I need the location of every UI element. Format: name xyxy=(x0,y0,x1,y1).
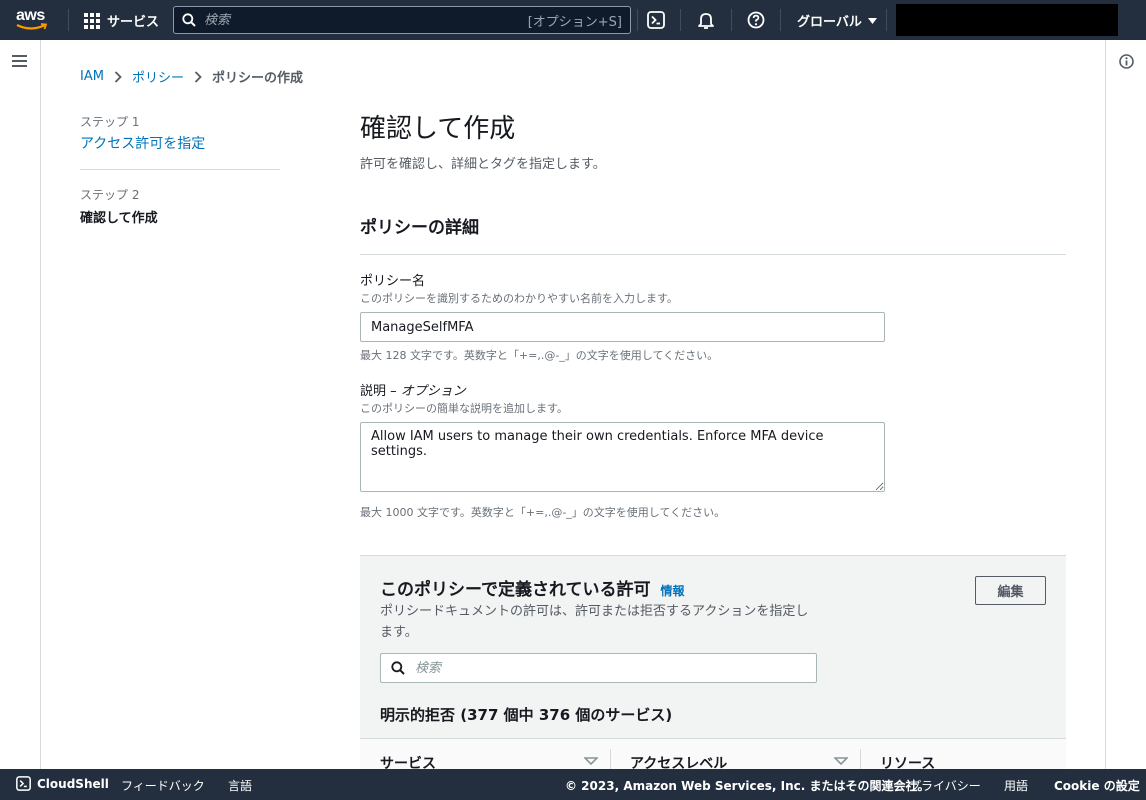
explicit-deny-heading: 明示的拒否 (377 個中 376 個のサービス) xyxy=(380,706,673,724)
nav-divider xyxy=(886,9,887,31)
wizard-steps: ステップ 1 アクセス許可を指定 ステップ 2 確認して作成 xyxy=(80,113,280,226)
cookie-settings-link[interactable]: Cookie の設定 xyxy=(1054,777,1140,794)
search-shortcut-hint: [オプション+S] xyxy=(527,14,622,30)
nav-divider xyxy=(680,9,681,31)
nav-divider xyxy=(731,9,732,31)
bell-icon[interactable] xyxy=(697,11,715,29)
permissions-search-input[interactable] xyxy=(415,660,806,676)
search-icon xyxy=(182,13,196,27)
permissions-search[interactable] xyxy=(380,653,817,683)
step2-label: ステップ 2 xyxy=(80,188,140,202)
policy-description-textarea[interactable]: Allow IAM users to manage their own cred… xyxy=(360,422,885,492)
footer: CloudShell フィードバック 言語 © 2023, Amazon Web… xyxy=(0,769,1146,800)
services-menu-button[interactable]: サービス xyxy=(84,11,159,30)
permissions-title: このポリシーで定義されている許可 xyxy=(380,580,651,600)
column-header-access-level[interactable]: アクセスレベル xyxy=(610,739,860,772)
column-header-resource[interactable]: リソース xyxy=(860,739,1066,772)
nav-divider xyxy=(637,9,638,31)
page-description: 許可を確認し、詳細とタグを指定します。 xyxy=(360,157,606,172)
nav-divider xyxy=(780,9,781,31)
permissions-panel: このポリシーで定義されている許可 情報 ポリシードキュメントの許可は、許可または… xyxy=(360,555,1066,772)
permissions-info-link[interactable]: 情報 xyxy=(660,582,684,599)
caret-down-icon xyxy=(867,17,877,24)
policy-name-input[interactable] xyxy=(360,312,885,342)
edit-button[interactable]: 編集 xyxy=(975,576,1046,605)
chevron-right-icon xyxy=(194,70,202,83)
search-icon xyxy=(391,661,405,675)
permissions-table-header: サービス アクセスレベル リソース xyxy=(360,738,1066,772)
column-header-service[interactable]: サービス xyxy=(360,739,610,772)
help-icon[interactable] xyxy=(747,11,765,29)
region-selector[interactable]: グローバル xyxy=(797,11,877,30)
global-search[interactable]: [オプション+S] xyxy=(173,6,631,34)
right-rail xyxy=(1105,40,1146,769)
cloudshell-button[interactable]: CloudShell xyxy=(16,776,109,791)
policy-details-heading: ポリシーの詳細 xyxy=(360,218,479,238)
policy-name-label: ポリシー名 xyxy=(360,274,426,289)
top-navigation: aws サービス [オプション+S] グローバル xyxy=(0,0,1146,40)
step1-label: ステップ 1 xyxy=(80,115,140,129)
section-divider xyxy=(360,254,1066,255)
sort-caret-icon xyxy=(834,757,848,765)
cloudshell-icon xyxy=(16,776,31,791)
page-title: 確認して作成 xyxy=(360,114,516,144)
privacy-link[interactable]: プライバシー xyxy=(909,777,981,794)
left-rail xyxy=(0,40,41,769)
cloudshell-icon[interactable] xyxy=(647,11,665,29)
grid-icon xyxy=(84,12,100,29)
chevron-right-icon xyxy=(114,70,122,83)
menu-icon[interactable] xyxy=(12,55,27,70)
step2-current: 確認して作成 xyxy=(80,211,158,226)
aws-smile-icon xyxy=(16,23,48,30)
account-menu-button[interactable] xyxy=(896,4,1118,36)
global-search-input[interactable] xyxy=(204,12,528,28)
permissions-heading: このポリシーで定義されている許可 情報 xyxy=(380,575,685,600)
terms-link[interactable]: 用語 xyxy=(1004,777,1028,794)
policy-description-help: このポリシーの簡単な説明を追加します。 xyxy=(360,402,568,415)
breadcrumb-policies-link[interactable]: ポリシー xyxy=(132,67,184,86)
breadcrumb-iam-link[interactable]: IAM xyxy=(80,69,104,84)
policy-description-field: 説明 – オプション このポリシーの簡単な説明を追加します。 Allow IAM… xyxy=(360,380,885,520)
cloudshell-label: CloudShell xyxy=(37,776,109,791)
policy-description-label: 説明 – オプション xyxy=(360,380,885,399)
policy-name-constraint: 最大 128 文字です。英数字と「+=,.@-_」の文字を使用してください。 xyxy=(360,349,719,362)
policy-name-field: ポリシー名 このポリシーを識別するためのわかりやすい名前を入力します。 最大 1… xyxy=(360,270,885,363)
page-header: 確認して作成 許可を確認し、詳細とタグを指定します。 xyxy=(360,108,1066,172)
feedback-link[interactable]: フィードバック xyxy=(121,777,205,794)
step-divider xyxy=(80,169,280,170)
language-link[interactable]: 言語 xyxy=(228,777,252,794)
breadcrumb: IAM ポリシー ポリシーの作成 xyxy=(80,67,303,86)
copyright-text: © 2023, Amazon Web Services, Inc. またはその関… xyxy=(565,779,930,793)
step1-link[interactable]: アクセス許可を指定 xyxy=(80,133,280,153)
policy-description-constraint: 最大 1000 文字です。英数字と「+=,.@-_」の文字を使用してください。 xyxy=(360,506,726,519)
policy-name-description: このポリシーを識別するためのわかりやすい名前を入力します。 xyxy=(360,292,678,305)
breadcrumb-current: ポリシーの作成 xyxy=(211,71,303,86)
services-label: サービス xyxy=(107,15,160,30)
description-label-text: 説明 – xyxy=(360,384,401,399)
info-panel-icon[interactable] xyxy=(1119,54,1134,69)
nav-divider xyxy=(68,9,69,31)
region-label: グローバル xyxy=(797,15,862,30)
optional-label: オプション xyxy=(400,384,466,399)
sort-caret-icon xyxy=(584,757,598,765)
permissions-description: ポリシードキュメントの許可は、許可または拒否するアクションを指定します。 xyxy=(380,604,809,640)
aws-logo[interactable]: aws xyxy=(14,6,52,34)
